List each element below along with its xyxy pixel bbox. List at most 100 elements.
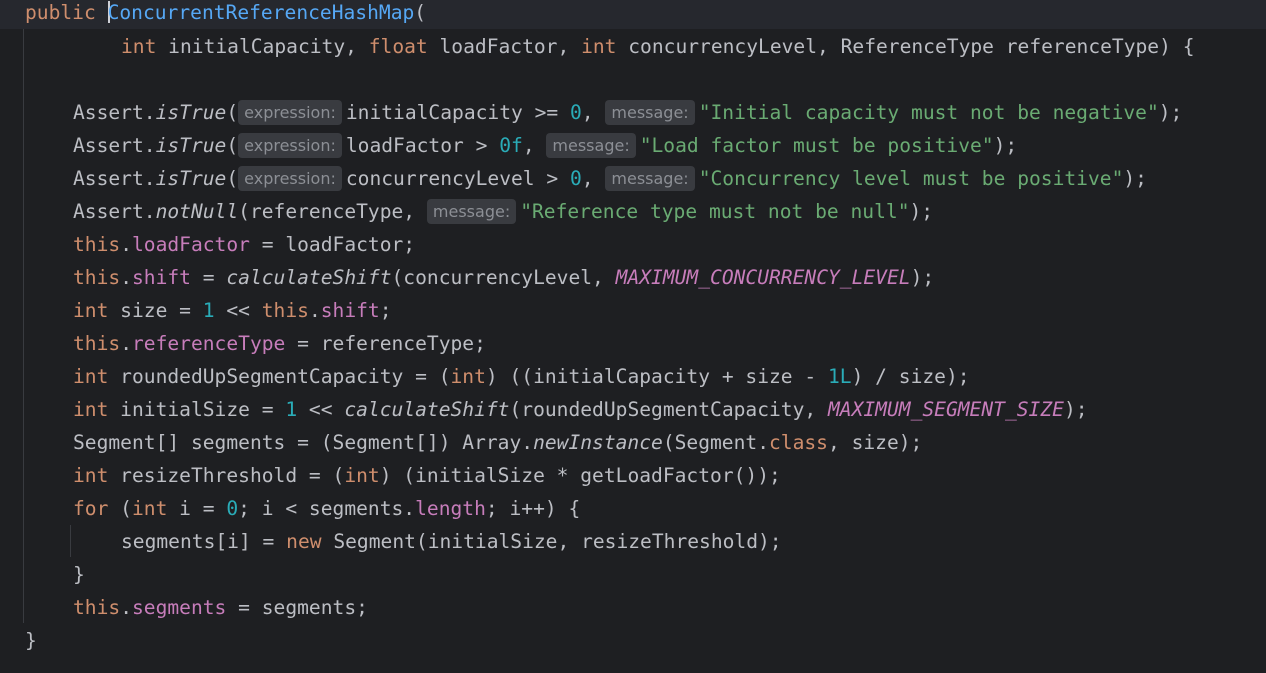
punctuation: );: [993, 134, 1018, 157]
code-line-6[interactable]: Assert.isTrue(expression: concurrencyLeve…: [73, 162, 1147, 195]
keyword-this: this: [73, 332, 121, 355]
keyword-float: float: [368, 35, 428, 58]
keyword-int: int: [73, 464, 109, 487]
code-line-18[interactable]: }: [73, 558, 85, 591]
code-line-14[interactable]: Segment[] segments = (Segment[]) Array.n…: [73, 426, 922, 459]
code-text: (: [108, 497, 132, 520]
number-literal: 0: [226, 497, 239, 520]
field-reference: segments: [131, 596, 227, 619]
keyword-this: this: [73, 266, 121, 289]
string-literal: "Load factor must be positive": [639, 134, 994, 157]
punctuation: (: [226, 167, 239, 190]
string-literal: "Concurrency level must be positive": [698, 167, 1124, 190]
punctuation: .: [120, 332, 132, 355]
punctuation: );: [1063, 398, 1088, 421]
number-literal: 1: [285, 398, 298, 421]
method-call: isTrue: [155, 167, 227, 190]
code-text: loadFactor >: [345, 134, 500, 157]
punctuation: ;: [379, 299, 392, 322]
punctuation: (: [226, 101, 239, 124]
punctuation: .: [120, 596, 132, 619]
keyword-int: int: [581, 35, 617, 58]
number-literal: 0: [570, 167, 582, 190]
indent-guide: [70, 525, 71, 557]
closing-brace: }: [25, 629, 37, 652]
parameter-hint: message:: [426, 199, 517, 224]
keyword-this: this: [261, 299, 309, 322]
keyword-class: class: [769, 431, 828, 454]
code-text: =: [190, 266, 227, 289]
code-line-9[interactable]: this.shift = calculateShift(concurrencyL…: [73, 261, 934, 294]
code-text: ) ((initialCapacity + size -: [485, 365, 828, 388]
parameter-hint: expression:: [238, 166, 342, 191]
keyword-this: this: [73, 596, 121, 619]
code-text: ,: [581, 101, 606, 124]
code-line-1[interactable]: public ConcurrentReferenceHashMap(: [0, 0, 1266, 29]
keyword-int: int: [344, 464, 380, 487]
closing-brace: }: [73, 563, 85, 586]
keyword-for: for: [73, 497, 109, 520]
keyword-int: int: [73, 365, 109, 388]
number-literal: 1: [202, 299, 215, 322]
code-line-19[interactable]: this.segments = segments;: [73, 591, 368, 624]
punctuation: );: [909, 200, 934, 223]
code-text: (referenceType,: [238, 200, 427, 223]
keyword-int: int: [73, 398, 109, 421]
code-text: Segment(initialSize, resizeThreshold);: [321, 530, 782, 553]
code-editor[interactable]: public ConcurrentReferenceHashMap( int i…: [0, 0, 1266, 673]
keyword-int: int: [73, 299, 109, 322]
indent-guide: [23, 29, 24, 623]
code-text: <<: [297, 398, 345, 421]
code-line-12[interactable]: int roundedUpSegmentCapacity = (int) ((i…: [73, 360, 970, 393]
punctuation: ; i++) {: [485, 497, 581, 520]
string-literal: "Reference type must not be null": [520, 200, 910, 223]
code-text: concurrencyLevel >: [345, 167, 570, 190]
punctuation: .: [120, 233, 132, 256]
code-line-20[interactable]: }: [25, 624, 37, 657]
number-literal: 0f: [499, 134, 523, 157]
parameter-hint: message:: [605, 100, 695, 125]
method-call: calculateShift: [226, 266, 392, 289]
code-line-7[interactable]: Assert.notNull(referenceType, message: "R…: [73, 195, 933, 228]
number-literal: 0: [570, 101, 582, 124]
code-line-13[interactable]: int initialSize = 1 << calculateShift(ro…: [73, 393, 1088, 426]
code-line-16[interactable]: for (int i = 0; i < segments.length; i++…: [73, 492, 580, 525]
punctuation: .: [308, 299, 321, 322]
code-text: (Segment.: [662, 431, 769, 454]
code-text: (roundedUpSegmentCapacity,: [509, 398, 828, 421]
punctuation: (: [226, 134, 239, 157]
code-line-8[interactable]: this.loadFactor = loadFactor;: [73, 228, 415, 261]
code-line-4[interactable]: Assert.isTrue(expression: initialCapacity…: [73, 96, 1182, 129]
constant-reference: MAXIMUM_CONCURRENCY_LEVEL: [615, 266, 911, 289]
punctuation: ) / size);: [851, 365, 970, 388]
constant-reference: MAXIMUM_SEGMENT_SIZE: [828, 398, 1064, 421]
code-text: Assert.: [73, 167, 156, 190]
code-text: segments[i] =: [121, 530, 287, 553]
keyword-this: this: [73, 233, 121, 256]
code-text: loadFactor,: [427, 35, 582, 58]
code-line-5[interactable]: Assert.isTrue(expression: loadFactor > 0f…: [73, 129, 1017, 162]
field-reference: length: [415, 497, 486, 520]
parameter-hint: expression:: [238, 100, 342, 125]
punctuation: );: [910, 266, 935, 289]
method-call: isTrue: [155, 134, 227, 157]
code-text: size =: [108, 299, 203, 322]
code-line-11[interactable]: this.referenceType = referenceType;: [73, 327, 486, 360]
punctuation: (: [414, 1, 427, 24]
code-line-10[interactable]: int size = 1 << this.shift;: [73, 294, 392, 327]
code-text: ,: [522, 134, 547, 157]
code-line-15[interactable]: int resizeThreshold = (int) (initialSize…: [73, 459, 781, 492]
code-text: initialCapacity,: [156, 35, 369, 58]
keyword-int: int: [121, 35, 157, 58]
code-text: = loadFactor;: [249, 233, 416, 256]
code-line-2[interactable]: int initialCapacity, float loadFactor, i…: [121, 30, 1195, 63]
code-line-17[interactable]: segments[i] = new Segment(initialSize, r…: [121, 525, 782, 558]
field-reference: shift: [131, 266, 191, 289]
code-text: initialSize =: [108, 398, 286, 421]
keyword-int: int: [131, 497, 168, 520]
code-text: ,: [581, 167, 606, 190]
keyword-public: public: [25, 1, 96, 24]
code-text: Segment[] segments = (Segment[]) Array.: [73, 431, 534, 454]
code-text: Assert.: [73, 134, 156, 157]
code-text: ) (initialSize * getLoadFactor());: [379, 464, 781, 487]
